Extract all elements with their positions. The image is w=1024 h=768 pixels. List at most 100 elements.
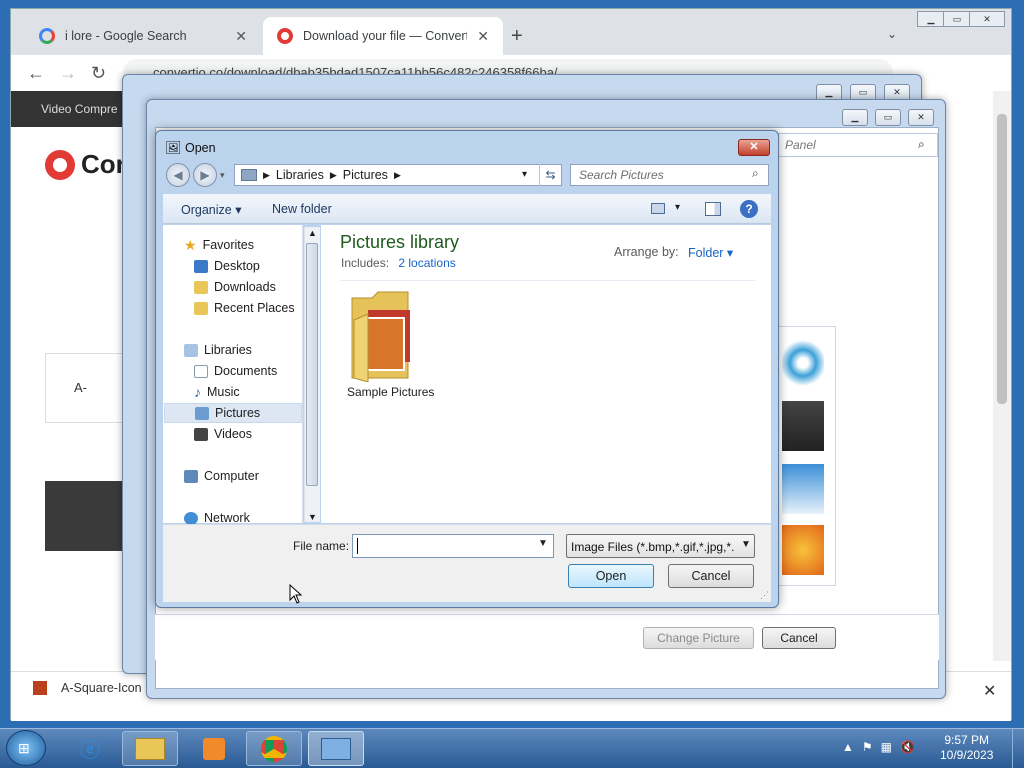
nav-computer[interactable]: Computer — [184, 466, 259, 486]
text-caret — [357, 538, 358, 554]
back-arrow-icon[interactable]: ◀ — [166, 163, 190, 187]
media-icon — [203, 737, 225, 760]
forward-arrow-icon[interactable]: → — [59, 63, 77, 84]
refresh-icon[interactable]: ⇆ — [539, 164, 561, 186]
scroll-down-icon[interactable]: ▼ — [308, 512, 317, 522]
chrome-icon[interactable] — [246, 731, 302, 766]
thumbnail-windmill[interactable] — [782, 338, 824, 388]
nav-label: Libraries — [204, 343, 252, 357]
user-accounts-icon — [321, 737, 351, 760]
action-center-icon[interactable]: ⚑ — [862, 740, 873, 754]
divider — [340, 280, 755, 281]
breadcrumb-separator-icon[interactable]: ▶ — [394, 170, 401, 181]
clock[interactable]: 9:57 PM 10/9/2023 — [940, 733, 993, 763]
volume-muted-icon[interactable]: 🔇 — [900, 740, 915, 754]
view-dropdown-icon[interactable]: ▾ — [675, 202, 680, 213]
clock-date: 10/9/2023 — [940, 748, 994, 762]
tab-convertio[interactable]: Download your file — Convertio ✕ — [263, 17, 503, 55]
google-icon — [39, 28, 55, 44]
music-icon: ♪ — [194, 384, 201, 400]
minimize-button[interactable]: ▁ — [917, 11, 945, 27]
tab-title: Download your file — Convertio — [303, 29, 468, 43]
resize-grip-icon[interactable]: ⋰ — [760, 590, 769, 601]
organize-button[interactable]: Organize ▾ — [181, 202, 241, 217]
file-card-text: A- — [74, 380, 87, 395]
control-panel-icon[interactable] — [308, 731, 364, 766]
forward-arrow-icon[interactable]: ▶ — [193, 163, 217, 187]
download-bar-close-icon[interactable]: ✕ — [983, 681, 996, 701]
download-item[interactable]: A-Square-Icon — [33, 681, 142, 695]
breadcrumb[interactable]: ▶ Libraries ▶ Pictures ▶ — [234, 164, 562, 186]
nav-music[interactable]: ♪ Music — [194, 382, 240, 402]
new-folder-button[interactable]: New folder — [272, 202, 332, 216]
tab-search-chevron-icon[interactable]: ⌄ — [887, 27, 897, 41]
thumbnail-origami[interactable] — [782, 401, 824, 451]
dialog-close-button[interactable]: ✕ — [738, 139, 770, 156]
thumbnail-flower[interactable] — [782, 525, 824, 575]
file-name-label: File name: — [293, 539, 350, 553]
download-filename: A-Square-Icon — [61, 681, 142, 695]
page-scroll-thumb[interactable] — [997, 114, 1007, 404]
help-icon[interactable]: ? — [740, 200, 758, 218]
maximize-button[interactable]: ▭ — [875, 109, 901, 126]
back-arrow-icon[interactable]: ← — [27, 63, 45, 84]
tab-close-icon[interactable]: ✕ — [235, 28, 247, 45]
breadcrumb-item[interactable]: Pictures — [343, 168, 388, 182]
thumbnail-boat[interactable] — [782, 464, 824, 514]
file-type-select[interactable]: Image Files (*.bmp,*.gif,*.jpg,*. — [566, 534, 755, 558]
nav-downloads[interactable]: Downloads — [194, 277, 276, 297]
file-icon — [33, 681, 47, 695]
nav-label: Recent Places — [214, 301, 295, 315]
search-icon[interactable]: ⌕ — [752, 166, 759, 181]
file-type-dropdown-icon[interactable]: ▼ — [741, 539, 751, 550]
nav-libraries[interactable]: Libraries — [184, 340, 252, 360]
chrome-logo-icon — [261, 735, 287, 762]
close-button[interactable]: ✕ — [969, 11, 1005, 27]
nav-pictures[interactable]: Pictures — [164, 403, 302, 423]
maximize-button[interactable]: ▭ — [943, 11, 971, 27]
tab-google-search[interactable]: i lore - Google Search ✕ — [25, 17, 261, 55]
nav-recent-places[interactable]: Recent Places — [194, 298, 295, 318]
file-explorer-icon[interactable] — [122, 731, 178, 766]
includes-locations-link[interactable]: 2 locations — [398, 256, 455, 270]
nav-scroll-thumb[interactable] — [306, 243, 318, 486]
change-picture-button[interactable]: Change Picture — [643, 627, 754, 649]
search-panel-input[interactable]: Panel — [778, 133, 938, 157]
breadcrumb-separator-icon[interactable]: ▶ — [263, 170, 270, 181]
nav-desktop[interactable]: Desktop — [194, 256, 260, 276]
file-name-dropdown-icon[interactable]: ▼ — [538, 538, 548, 549]
show-hidden-icons-icon[interactable]: ▲ — [842, 740, 854, 754]
dialog-app-icon: 🖼 — [165, 140, 182, 155]
scroll-up-icon[interactable]: ▲ — [308, 228, 317, 238]
folder-icon[interactable] — [350, 290, 416, 382]
open-button[interactable]: Open — [568, 564, 654, 588]
tab-title: i lore - Google Search — [65, 29, 187, 43]
close-button[interactable]: ✕ — [908, 109, 934, 126]
internet-explorer-icon[interactable]: ⓔ — [62, 731, 118, 766]
convertio-logo[interactable]: Con — [45, 149, 132, 180]
dialog-title: Open — [185, 141, 216, 155]
view-options-icon[interactable] — [651, 203, 665, 214]
breadcrumb-item[interactable]: Libraries — [276, 168, 324, 182]
reload-icon[interactable]: ↻ — [91, 63, 106, 84]
nav-documents[interactable]: Documents — [194, 361, 277, 381]
minimize-button[interactable]: ▁ — [842, 109, 868, 126]
tab-close-icon[interactable]: ✕ — [477, 28, 489, 45]
file-name-input[interactable] — [352, 534, 554, 558]
breadcrumb-dropdown-icon[interactable]: ▾ — [522, 169, 527, 180]
arrange-by-dropdown[interactable]: Folder ▾ — [688, 245, 733, 260]
network-icon[interactable]: ▦ — [881, 740, 892, 754]
folder-label[interactable]: Sample Pictures — [347, 385, 434, 399]
recent-pages-chevron-icon[interactable]: ▾ — [220, 170, 225, 181]
site-nav-item[interactable]: Video Compre — [41, 102, 118, 116]
nav-videos[interactable]: Videos — [194, 424, 252, 444]
breadcrumb-separator-icon[interactable]: ▶ — [330, 170, 337, 181]
search-input[interactable]: Search Pictures — [570, 164, 769, 186]
media-player-icon[interactable] — [186, 731, 242, 766]
nav-favorites[interactable]: ★ Favorites — [184, 235, 254, 255]
cancel-button[interactable]: Cancel — [668, 564, 754, 588]
preview-pane-icon[interactable] — [705, 202, 721, 216]
cancel-button[interactable]: Cancel — [762, 627, 836, 649]
show-desktop-button[interactable] — [1012, 728, 1024, 768]
new-tab-button[interactable]: + — [511, 25, 523, 48]
